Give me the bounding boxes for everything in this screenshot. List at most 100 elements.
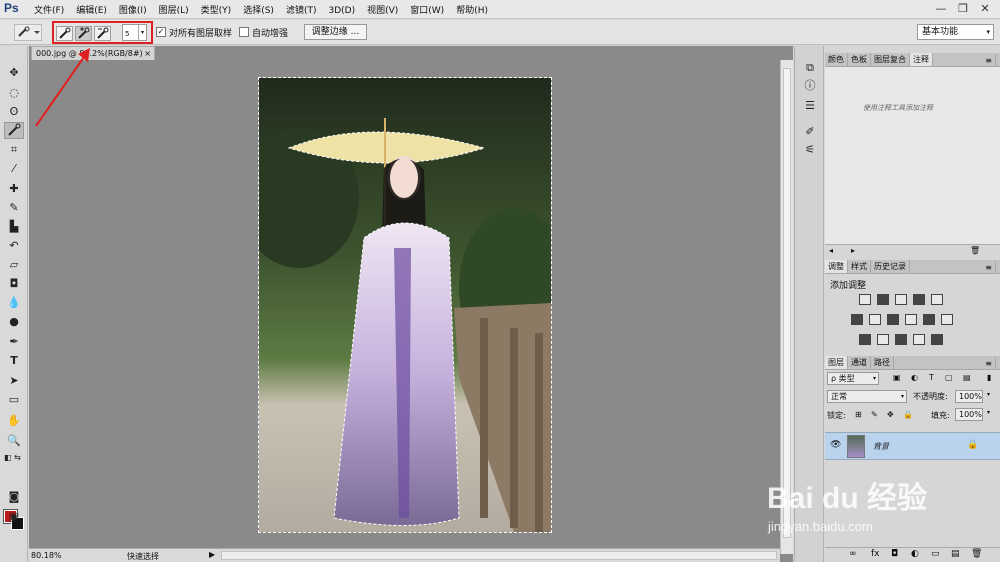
- pen-tool-icon[interactable]: ✒: [4, 333, 24, 350]
- add-to-selection-button[interactable]: [75, 26, 92, 41]
- crop-tool-icon[interactable]: ⌗: [4, 141, 24, 158]
- filter-smart-object-icon[interactable]: ▤: [963, 373, 971, 382]
- tab-layer-comps[interactable]: 图层复合: [871, 53, 910, 66]
- horizontal-scrollbar[interactable]: [221, 551, 777, 560]
- restore-button[interactable]: ❐: [952, 2, 974, 16]
- tab-adjustments[interactable]: 调整: [825, 260, 848, 273]
- layer-row-background[interactable]: 👁 背景 🔒: [825, 432, 1000, 460]
- document-tab[interactable]: 000.jpg @ 80.2%(RGB/8#) ×: [31, 46, 155, 60]
- lock-all-icon[interactable]: 🔒: [903, 410, 913, 419]
- menu-file[interactable]: 文件(F): [34, 3, 64, 16]
- hand-tool-icon[interactable]: ✋: [4, 412, 24, 429]
- zoom-tool-icon[interactable]: 🔍: [4, 432, 24, 449]
- paint-bucket-tool-icon[interactable]: ◘: [4, 275, 24, 292]
- menu-type[interactable]: 类型(Y): [201, 3, 232, 16]
- lock-paint-icon[interactable]: ✎: [871, 410, 878, 419]
- gradient-map-icon[interactable]: [931, 334, 943, 345]
- menu-help[interactable]: 帮助(H): [456, 3, 488, 16]
- layer-name[interactable]: 背景: [873, 441, 889, 452]
- tool-preset-picker[interactable]: [14, 24, 42, 41]
- opacity-input[interactable]: 100%: [955, 390, 983, 403]
- minimize-button[interactable]: —: [930, 2, 952, 16]
- chevron-down-icon[interactable]: ▾: [987, 409, 990, 416]
- notes-panel-icon[interactable]: ☰: [802, 98, 818, 114]
- color-lookup-icon[interactable]: [941, 314, 953, 325]
- tab-layers[interactable]: 图层: [825, 356, 848, 369]
- photo-canvas[interactable]: [258, 77, 552, 533]
- brush-panel-icon[interactable]: ✐: [802, 124, 818, 140]
- menu-filter[interactable]: 滤镜(T): [286, 3, 317, 16]
- status-menu-arrow-icon[interactable]: ▶: [209, 550, 215, 559]
- menu-edit[interactable]: 编辑(E): [76, 3, 107, 16]
- visibility-eye-icon[interactable]: 👁: [830, 440, 841, 450]
- tab-channels[interactable]: 通道: [848, 356, 871, 369]
- black-white-icon[interactable]: [887, 314, 899, 325]
- exposure-icon[interactable]: [913, 294, 925, 305]
- filter-toggle-icon[interactable]: ▮: [987, 373, 991, 382]
- blend-mode-select[interactable]: 正常 ▾: [827, 390, 907, 403]
- eyedropper-tool-icon[interactable]: ⁄: [4, 160, 24, 177]
- menu-view[interactable]: 视图(V): [367, 3, 398, 16]
- levels-icon[interactable]: [877, 294, 889, 305]
- delete-note-icon[interactable]: 🗑: [970, 246, 980, 255]
- brush-size-picker[interactable]: 5 ▾: [122, 24, 147, 41]
- history-panel-icon[interactable]: ⧉: [802, 60, 818, 76]
- close-window-button[interactable]: ✕: [974, 2, 996, 16]
- chevron-down-icon[interactable]: ▾: [987, 391, 990, 398]
- tab-history[interactable]: 历史记录: [871, 260, 910, 273]
- posterize-icon[interactable]: [877, 334, 889, 345]
- tab-swatches[interactable]: 色板: [848, 53, 871, 66]
- subtract-from-selection-button[interactable]: [94, 26, 111, 41]
- vertical-scrollbar[interactable]: [780, 60, 793, 554]
- fill-input[interactable]: 100%: [955, 408, 983, 421]
- selective-color-icon[interactable]: [913, 334, 925, 345]
- channel-mixer-icon[interactable]: [923, 314, 935, 325]
- sample-all-layers-checkbox[interactable]: ✓: [156, 27, 166, 37]
- type-tool-icon[interactable]: T: [4, 352, 24, 369]
- threshold-icon[interactable]: [895, 334, 907, 345]
- filter-adjustment-icon[interactable]: ◐: [911, 373, 918, 382]
- lasso-tool-icon[interactable]: ʘ: [4, 103, 24, 120]
- delete-layer-icon[interactable]: 🗑: [971, 549, 982, 559]
- menu-window[interactable]: 窗口(W): [410, 3, 444, 16]
- marquee-tool-icon[interactable]: ◌: [4, 84, 24, 101]
- healing-brush-tool-icon[interactable]: ✚: [4, 180, 24, 197]
- panel-menu-icon[interactable]: ≡: [982, 54, 996, 67]
- tab-paths[interactable]: 路径: [871, 356, 894, 369]
- quick-selection-tool-icon[interactable]: [4, 122, 24, 139]
- properties-panel-icon[interactable]: ⓘ: [802, 78, 818, 94]
- filter-shape-icon[interactable]: ▢: [945, 373, 953, 382]
- move-tool-icon[interactable]: ✥: [4, 64, 24, 81]
- blur-tool-icon[interactable]: 💧: [4, 294, 24, 311]
- path-selection-tool-icon[interactable]: ➤: [4, 372, 24, 389]
- color-balance-icon[interactable]: [869, 314, 881, 325]
- panel-menu-icon[interactable]: ≡: [982, 261, 996, 274]
- new-group-icon[interactable]: ▭: [931, 549, 940, 559]
- clone-stamp-tool-icon[interactable]: ▙: [4, 218, 24, 235]
- menu-layer[interactable]: 图层(L): [159, 3, 189, 16]
- workspace-switcher[interactable]: 基本功能 ▾: [917, 24, 994, 40]
- tab-color[interactable]: 颜色: [825, 53, 848, 66]
- filter-pixel-icon[interactable]: ▣: [893, 373, 901, 382]
- rectangle-tool-icon[interactable]: ▭: [4, 391, 24, 408]
- next-note-icon[interactable]: ▸: [851, 246, 855, 255]
- menu-image[interactable]: 图像(I): [119, 3, 147, 16]
- quick-mask-icon[interactable]: ◙: [4, 488, 24, 505]
- scroll-thumb[interactable]: [783, 68, 791, 538]
- filter-type-icon[interactable]: T: [929, 373, 934, 382]
- tab-notes[interactable]: 注释: [910, 53, 933, 66]
- link-layers-icon[interactable]: ∞: [849, 549, 857, 559]
- curves-icon[interactable]: [895, 294, 907, 305]
- tab-styles[interactable]: 样式: [848, 260, 871, 273]
- auto-enhance-checkbox[interactable]: [239, 27, 249, 37]
- eraser-tool-icon[interactable]: ▱: [4, 256, 24, 273]
- history-brush-tool-icon[interactable]: ↶: [4, 237, 24, 254]
- refine-edge-button[interactable]: 调整边缘 ...: [304, 24, 367, 40]
- screen-mode-icon[interactable]: ▣: [4, 508, 24, 525]
- menu-select[interactable]: 选择(S): [243, 3, 274, 16]
- prev-note-icon[interactable]: ◂: [829, 246, 833, 255]
- zoom-level[interactable]: 80.18%: [31, 551, 62, 560]
- layer-style-icon[interactable]: fx: [871, 549, 880, 559]
- hue-saturation-icon[interactable]: [851, 314, 863, 325]
- lock-transparency-icon[interactable]: ⊞: [855, 410, 862, 419]
